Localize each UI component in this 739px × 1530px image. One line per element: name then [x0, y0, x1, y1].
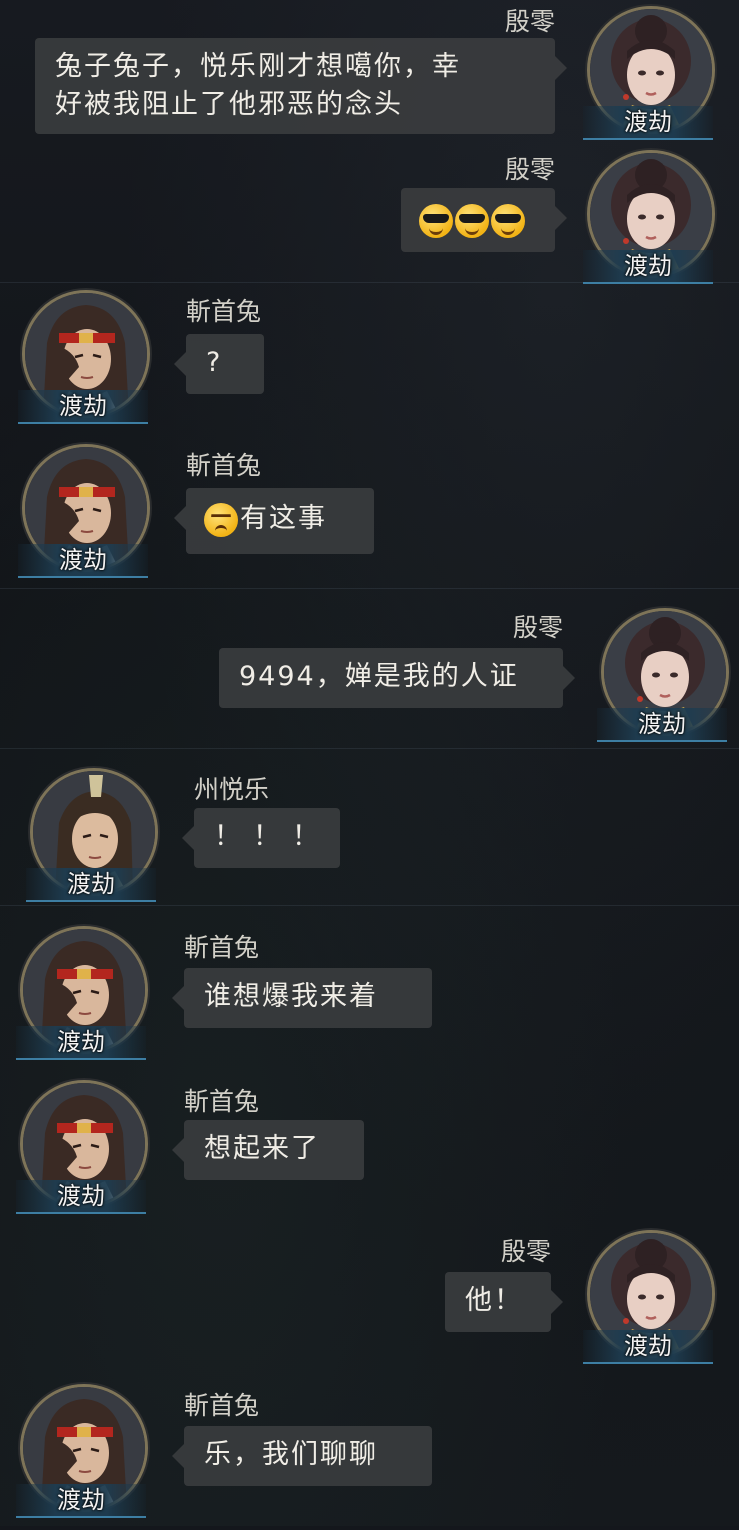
message-bubble[interactable]: ！！！	[182, 808, 340, 868]
message-text: 兔子兔子，悦乐刚才想噶你，幸	[55, 51, 461, 82]
sender-name: 斬首兔	[186, 297, 262, 326]
realm-title: 渡劫	[16, 1026, 146, 1060]
message-bubble[interactable]: 9494，婵是我的人证	[219, 648, 575, 708]
chat-message: 渡劫 斬首兔 ?	[0, 286, 739, 436]
message-text: 他！	[465, 1285, 523, 1316]
sender-name: 州悦乐	[194, 775, 270, 804]
avatar[interactable]: 渡劫	[12, 1380, 150, 1520]
realm-title: 渡劫	[597, 708, 727, 742]
message-text: 乐，我们聊聊	[204, 1439, 378, 1470]
message-bubble[interactable]: 他！	[445, 1272, 563, 1332]
sender-name: 斬首兔	[184, 1087, 260, 1116]
avatar[interactable]: 渡劫	[14, 440, 152, 580]
realm-title: 渡劫	[16, 1484, 146, 1518]
chat-message: 殷零 9494，婵是我的人证 渡劫	[0, 604, 739, 754]
chat-message: 渡劫 斬首兔 想起来了	[0, 1076, 739, 1226]
sender-name: 殷零	[504, 155, 555, 184]
avatar[interactable]: 渡劫	[12, 1076, 150, 1216]
avatar[interactable]: 渡劫	[12, 922, 150, 1062]
message-bubble[interactable]: 谁想爆我来着	[172, 968, 432, 1028]
sender-name: 斬首兔	[184, 933, 260, 962]
realm-title: 渡劫	[16, 1180, 146, 1214]
message-bubble[interactable]: 有这事	[174, 488, 374, 554]
avatar[interactable]: 渡劫	[579, 146, 717, 286]
chat-message: 渡劫 斬首兔 乐，我们聊聊	[0, 1380, 739, 1530]
cool-emoji-icon	[491, 203, 525, 238]
message-text: 谁想爆我来着	[204, 981, 378, 1012]
chat-message: 殷零 他！ 渡劫	[0, 1226, 739, 1376]
message-bubble[interactable]: 想起来了	[172, 1120, 364, 1180]
message-bubble[interactable]: 乐，我们聊聊	[172, 1426, 432, 1486]
realm-title: 渡劫	[18, 544, 148, 578]
chat-message: 渡劫 斬首兔 有这事	[0, 440, 739, 590]
chat-message: 渡劫 斬首兔 谁想爆我来着	[0, 922, 739, 1072]
message-text: 想起来了	[204, 1133, 320, 1164]
cool-emoji-icon	[455, 203, 489, 238]
message-bubble[interactable]: 兔子兔子，悦乐刚才想噶你，幸 好被我阻止了他邪恶的念头	[35, 38, 567, 134]
message-text: 好被我阻止了他邪恶的念头	[55, 89, 403, 120]
message-bubble[interactable]	[401, 188, 567, 252]
message-text: ?	[206, 347, 223, 378]
sender-name: 殷零	[504, 7, 555, 36]
message-text: ！！！	[214, 821, 331, 852]
realm-title: 渡劫	[583, 106, 713, 140]
sender-name: 斬首兔	[184, 1391, 260, 1420]
message-text: 有这事	[240, 503, 327, 534]
message-text: 9494，婵是我的人证	[239, 661, 519, 692]
chat-message: 殷零 兔子兔子，悦乐刚才想噶你，幸 好被我阻止了他邪恶的念头 渡劫	[0, 0, 739, 150]
sender-name: 斬首兔	[186, 451, 262, 480]
avatar[interactable]: 渡劫	[593, 604, 731, 744]
realm-title: 渡劫	[583, 1330, 713, 1364]
avatar[interactable]: 渡劫	[22, 764, 160, 904]
sender-name: 殷零	[500, 1237, 551, 1266]
avatar[interactable]: 渡劫	[579, 1226, 717, 1366]
chat-message: 殷零 渡劫	[0, 146, 739, 296]
realm-title: 渡劫	[583, 250, 713, 284]
realm-title: 渡劫	[18, 390, 148, 424]
message-bubble[interactable]: ?	[174, 334, 264, 394]
realm-title: 渡劫	[26, 868, 156, 902]
angry-emoji-icon	[204, 502, 238, 537]
chat-log[interactable]: 殷零 兔子兔子，悦乐刚才想噶你，幸 好被我阻止了他邪恶的念头 渡劫 殷零 渡劫 …	[0, 0, 739, 1526]
sender-name: 殷零	[512, 613, 563, 642]
avatar[interactable]: 渡劫	[579, 2, 717, 142]
chat-message: 渡劫 州悦乐 ！！！	[0, 764, 739, 914]
avatar[interactable]: 渡劫	[14, 286, 152, 426]
cool-emoji-icon	[419, 203, 453, 238]
